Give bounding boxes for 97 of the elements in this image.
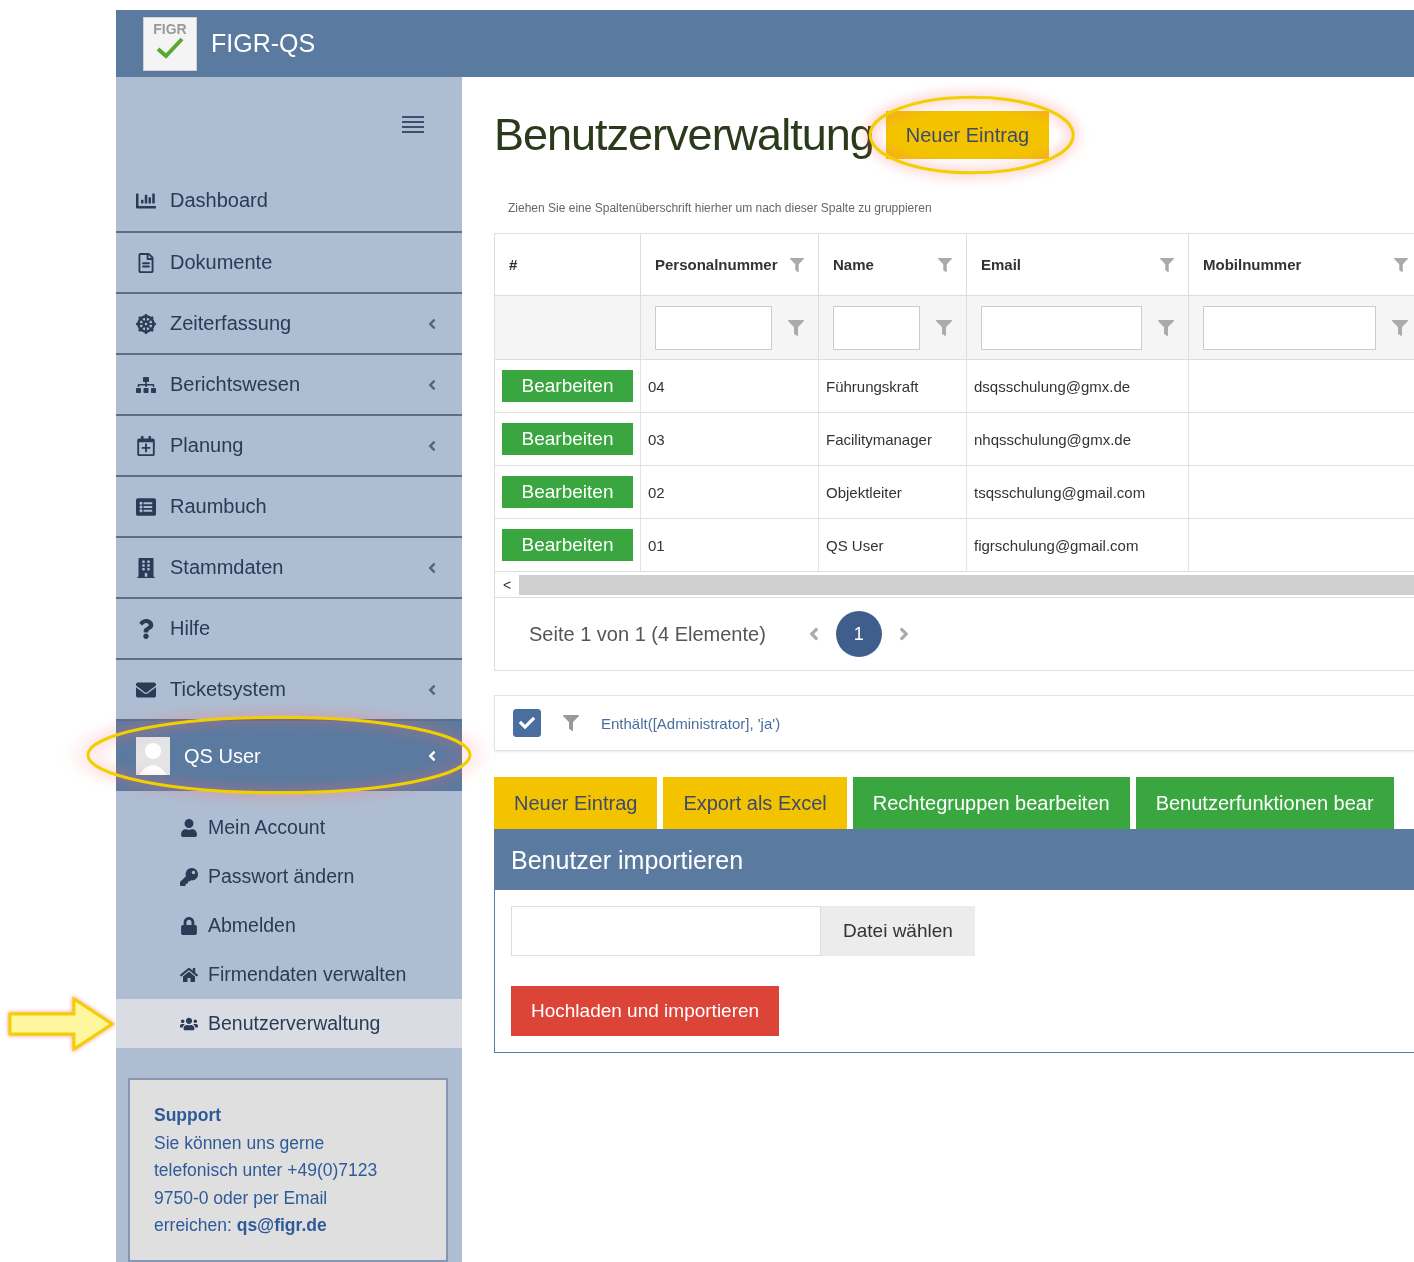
- support-text: Sie können uns gerne telefonisch unter +49(0)7123 9750-0 oder per Email erreichen: qs@figr.de: [154, 1131, 379, 1237]
- page-button[interactable]: 1: [835, 611, 882, 657]
- new-entry-button[interactable]: Neuer Eintrag: [885, 111, 1050, 159]
- list-icon: [136, 496, 156, 517]
- submenu-label: Mein Account: [208, 816, 326, 839]
- submenu-item[interactable]: Abmelden: [116, 901, 462, 950]
- calendar-icon: [136, 435, 156, 456]
- column-header[interactable]: Mobilnummer: [1189, 234, 1414, 295]
- table-cell: dsqsschulung@gmx.de: [967, 360, 1189, 412]
- filter-icon[interactable]: [1158, 319, 1174, 336]
- table-cell: tsqsschulung@gmail.com: [967, 466, 1189, 518]
- submenu-item[interactable]: Mein Account: [116, 803, 462, 852]
- avatar-icon: [136, 737, 170, 775]
- upload-button[interactable]: Hochladen und importieren: [511, 986, 780, 1036]
- filter-field[interactable]: [833, 305, 920, 350]
- filter-icon[interactable]: [1394, 257, 1408, 272]
- logo: FIGR: [143, 16, 197, 71]
- document-icon: [136, 252, 156, 273]
- user-icon: [180, 818, 198, 837]
- nav-item[interactable]: Raumbuch: [116, 475, 462, 536]
- action-button[interactable]: Rechtegruppen bearbeiten: [852, 777, 1130, 829]
- scrollbar-thumb[interactable]: [519, 574, 1414, 595]
- submenu-label: Passwort ändern: [208, 865, 355, 888]
- table-cell: 01: [641, 519, 819, 571]
- nav-label: Hilfe: [170, 617, 211, 640]
- checkmark-icon: [519, 715, 535, 731]
- action-button[interactable]: Export als Excel: [663, 777, 847, 829]
- panel-title: Benutzer importieren: [495, 830, 1414, 890]
- file-field[interactable]: [511, 906, 821, 956]
- table-cell: 04: [641, 360, 819, 412]
- edit-button[interactable]: Bearbeiten: [502, 370, 633, 402]
- filter-icon[interactable]: [938, 257, 952, 272]
- nav-label: QS User: [184, 744, 262, 768]
- filter-icon[interactable]: [790, 257, 804, 272]
- nav-label: Raumbuch: [170, 495, 268, 518]
- nav-item[interactable]: Hilfe: [116, 597, 462, 658]
- hierarchy-icon: [136, 374, 156, 395]
- scroll-left-arrow[interactable]: <: [495, 576, 519, 593]
- menu-icon[interactable]: [402, 114, 424, 133]
- filter-field[interactable]: [1203, 305, 1376, 350]
- filter-icon[interactable]: [936, 319, 952, 336]
- filter-icon: [563, 715, 579, 731]
- table-cell: figrschulung@gmail.com: [967, 519, 1189, 571]
- key-icon: [180, 867, 198, 886]
- checkmark-icon: [155, 36, 185, 59]
- column-header[interactable]: Name: [819, 234, 967, 295]
- submenu-item[interactable]: Passwort ändern: [116, 852, 462, 901]
- nav-item[interactable]: Stammdaten: [116, 536, 462, 597]
- column-header[interactable]: Email: [967, 234, 1189, 295]
- nav-item[interactable]: Zeiterfassung: [116, 292, 462, 353]
- nav-label: Stammdaten: [170, 556, 285, 579]
- filter-icon[interactable]: [788, 319, 804, 336]
- nav-item[interactable]: Planung: [116, 414, 462, 475]
- nav-label: Ticketsystem: [170, 678, 287, 701]
- filter-expression[interactable]: Enthält([Administrator], 'ja'): [601, 714, 781, 732]
- nav-label: Berichtswesen: [170, 373, 302, 396]
- edit-button[interactable]: Bearbeiten: [502, 423, 633, 455]
- nav-item[interactable]: Dashboard: [116, 170, 462, 231]
- edit-button[interactable]: Bearbeiten: [502, 476, 633, 508]
- nav-item[interactable]: Dokumente: [116, 231, 462, 292]
- table-cell: 03: [641, 413, 819, 465]
- filter-icon[interactable]: [1392, 319, 1408, 336]
- filter-icon[interactable]: [1160, 257, 1174, 272]
- table-cell: 02: [641, 466, 819, 518]
- support-title: Support: [154, 1104, 223, 1127]
- submenu-label: Benutzerverwaltung: [208, 1012, 381, 1035]
- filter-checkbox[interactable]: [513, 709, 541, 737]
- filter-field[interactable]: [655, 305, 772, 350]
- nav-label: Dashboard: [170, 189, 269, 212]
- table-cell: Facilitymanager: [819, 413, 967, 465]
- house-icon: [180, 965, 198, 984]
- table-cell: Objektleiter: [819, 466, 967, 518]
- table-cell: Führungskraft: [819, 360, 967, 412]
- nav-label: Dokumente: [170, 251, 274, 274]
- group-hint: Ziehen Sie eine Spaltenüberschrift hierher um nach dieser Spalte zu gruppieren: [508, 201, 933, 215]
- building-icon: [136, 557, 156, 578]
- nav-label: Planung: [170, 434, 245, 457]
- nav-label: Zeiterfassung: [170, 312, 293, 335]
- wheel-icon: [136, 313, 156, 334]
- pager-summary: Seite 1 von 1 (4 Elemente): [529, 622, 766, 646]
- column-header[interactable]: #: [495, 234, 641, 295]
- table-cell: QS User: [819, 519, 967, 571]
- page-title: Benutzerverwaltung: [494, 109, 874, 161]
- table-cell: nhqsschulung@gmx.de: [967, 413, 1189, 465]
- filter-field[interactable]: [981, 305, 1142, 350]
- action-button[interactable]: Neuer Eintrag: [494, 777, 658, 829]
- lock-icon: [180, 916, 198, 935]
- app-title: FIGR-QS: [211, 29, 316, 58]
- edit-button[interactable]: Bearbeiten: [502, 529, 633, 561]
- submenu-label: Abmelden: [208, 914, 296, 937]
- choose-file-button[interactable]: Datei wählen: [821, 906, 975, 956]
- column-header[interactable]: Personalnummer: [641, 234, 819, 295]
- submenu-item[interactable]: Firmendaten verwalten: [116, 950, 462, 999]
- nav-item[interactable]: QS User: [116, 719, 462, 791]
- nav-item[interactable]: Berichtswesen: [116, 353, 462, 414]
- action-button[interactable]: Benutzerfunktionen bear: [1135, 777, 1394, 829]
- submenu-label: Firmendaten verwalten: [208, 963, 407, 986]
